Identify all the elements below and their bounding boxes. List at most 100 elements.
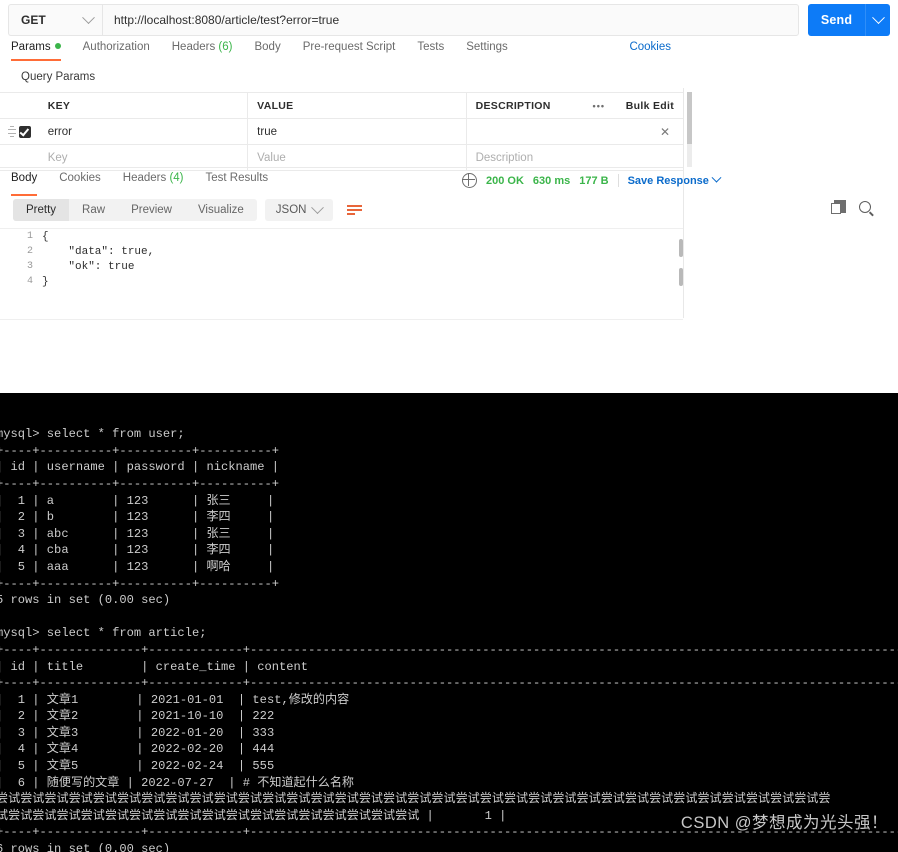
response-body-code[interactable]: 1 { 2 "data": true, 3 "ok": true 4 } [0, 228, 683, 320]
line-number: 4 [26, 276, 33, 287]
query-params-table: KEY VALUE DESCRIPTION ••• Bulk Edit erro… [0, 92, 683, 171]
code-bottom-divider [0, 319, 683, 320]
terminal-line: +----+----------+----------+----------+ [0, 576, 280, 591]
terminal-line: | 6 | 随便写的文章 | 2022-07-27 | # 不知道起什么名称 [0, 775, 355, 790]
response-tab-headers-label: Headers [122, 172, 167, 184]
code-line: 3 "ok": true [0, 259, 683, 274]
terminal-line: mysql> select * from user; [0, 427, 185, 442]
remove-row-button[interactable]: ✕ [660, 119, 670, 144]
bulk-edit-button[interactable]: Bulk Edit [626, 93, 674, 118]
tab-settings[interactable]: Settings [466, 41, 508, 61]
mysql-terminal[interactable]: mysql> select * from user; +----+--------… [0, 393, 898, 852]
line-text: "data": true, [42, 245, 155, 258]
row-controls [0, 119, 39, 144]
code-line: 4 } [0, 274, 683, 289]
tab-pre-request-script[interactable]: Pre-request Script [303, 41, 396, 61]
body-format-value: JSON [275, 204, 307, 216]
response-time: 630 ms [532, 174, 571, 187]
body-view-segmented-control: Pretty Raw Preview Visualize [13, 199, 257, 221]
row-description-input[interactable] [467, 119, 683, 144]
response-tab-cookies[interactable]: Cookies [59, 172, 101, 196]
terminal-line: 5 rows in set (0.00 sec) [0, 593, 171, 608]
body-view-pretty[interactable]: Pretty [13, 199, 70, 221]
params-scrollbar-thumb[interactable] [687, 92, 692, 144]
tab-authorization-label: Authorization [82, 41, 150, 53]
chevron-down-icon [82, 10, 95, 24]
tab-pre-request-script-label: Pre-request Script [302, 41, 396, 53]
terminal-line: | 4 | 文章4 | 2022-02-20 | 444 | 2 | [0, 742, 275, 757]
tab-settings-label: Settings [466, 41, 508, 53]
search-icon[interactable] [859, 200, 871, 213]
params-bottom-divider [0, 167, 683, 168]
row-key-value: error [47, 125, 72, 138]
code-line: 2 "data": true, [0, 244, 683, 259]
response-tab-body[interactable]: Body [11, 172, 38, 196]
postman-request-pane: GET http://localhost:8080/article/test?e… [0, 0, 898, 393]
tab-tests-label: Tests [417, 41, 445, 53]
response-tab-cookies-label: Cookies [59, 172, 101, 184]
code-scrollbar-thumb[interactable] [679, 239, 683, 257]
copy-icon[interactable] [831, 200, 846, 214]
terminal-line: | 1 | a | 123 | 张三 | [0, 493, 275, 508]
terminal-output: mysql> select * from user; +----+--------… [0, 426, 898, 852]
tab-params[interactable]: Params [11, 41, 61, 61]
code-line: 1 { [0, 229, 683, 244]
url-value: http://localhost:8080/article/test?error… [114, 13, 340, 27]
table-options-button[interactable]: ••• [593, 93, 605, 118]
send-options-button[interactable] [865, 4, 890, 36]
chevron-down-icon [711, 172, 722, 183]
body-view-visualize[interactable]: Visualize [185, 199, 257, 221]
wrap-lines-icon[interactable] [347, 202, 364, 219]
body-format-select[interactable]: JSON [264, 199, 334, 221]
send-button-group: Send [808, 4, 890, 36]
tab-headers[interactable]: Headers (6) [172, 41, 233, 61]
line-text: "ok": true [42, 260, 135, 273]
row-value-input[interactable]: true [248, 119, 467, 144]
body-view-raw[interactable]: Raw [69, 199, 118, 221]
http-method-value: GET [21, 13, 46, 27]
tab-tests[interactable]: Tests [417, 41, 444, 61]
line-text: { [42, 230, 49, 243]
tab-body-label: Body [254, 41, 281, 53]
code-scrollbar-thumb-2[interactable] [679, 268, 683, 286]
terminal-line: | 2 | b | 123 | 李四 | [0, 510, 275, 525]
terminal-line: mysql> select * from article; [0, 626, 207, 641]
line-number: 1 [26, 231, 33, 242]
tab-headers-label: Headers [171, 41, 216, 53]
cookies-link[interactable]: Cookies [629, 41, 671, 53]
terminal-line: | id | title | create_time | content | u… [0, 659, 309, 674]
header-spacer [0, 93, 39, 118]
terminal-line: | 2 | 文章2 | 2021-10-10 | 222 | 1 | [0, 709, 275, 724]
response-size: 177 B [579, 174, 609, 187]
url-input[interactable]: http://localhost:8080/article/test?error… [102, 4, 799, 36]
chevron-down-icon [871, 10, 885, 24]
tab-params-label: Params [11, 41, 51, 53]
tab-headers-count: (6) [218, 41, 233, 53]
terminal-line: +----+----------+----------+----------+ [0, 476, 280, 491]
row-key-input[interactable]: error [39, 119, 249, 144]
tab-authorization[interactable]: Authorization [83, 41, 150, 61]
row-enabled-checkbox[interactable] [18, 125, 31, 138]
drag-handle-icon[interactable] [7, 126, 16, 137]
line-text: } [42, 275, 49, 288]
csdn-watermark: CSDN @梦想成为光头强！ [680, 814, 888, 833]
response-tab-body-label: Body [11, 172, 38, 184]
line-number: 2 [26, 246, 33, 257]
send-button[interactable]: Send [808, 4, 865, 36]
save-response-button[interactable]: Save Response [628, 172, 722, 187]
body-view-preview[interactable]: Preview [118, 199, 185, 221]
line-number: 3 [26, 261, 33, 272]
response-body-toolbar: Pretty Raw Preview Visualize JSON [13, 199, 364, 221]
header-value: VALUE [248, 93, 467, 118]
table-row: error true ✕ [0, 119, 683, 145]
terminal-line: | 4 | cba | 123 | 李四 | [0, 543, 275, 558]
http-method-select[interactable]: GET [8, 4, 102, 36]
response-tab-headers[interactable]: Headers (4) [123, 172, 184, 196]
tab-body[interactable]: Body [254, 41, 280, 61]
status-badge: 200 OK [486, 174, 524, 187]
response-tab-test-results[interactable]: Test Results [206, 172, 269, 196]
response-tab-test-results-label: Test Results [205, 172, 269, 184]
response-meta: 200 OK 630 ms 177 B Save Response [461, 172, 722, 188]
pane-vertical-divider [683, 88, 684, 318]
terminal-line: +----+--------------+-------------+-----… [0, 676, 898, 691]
